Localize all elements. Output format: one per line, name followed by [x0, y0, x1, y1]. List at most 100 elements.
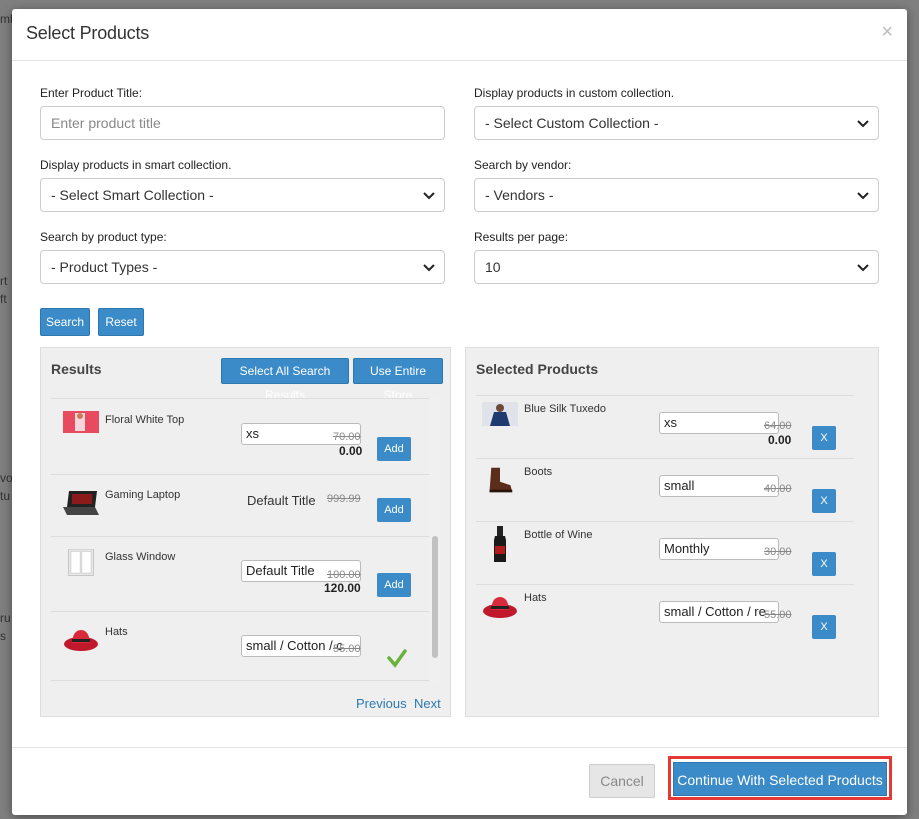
- remove-button[interactable]: X: [812, 615, 836, 639]
- next-page-link[interactable]: Next: [414, 696, 441, 711]
- product-type-label: Search by product type:: [40, 230, 167, 244]
- results-title: Results: [51, 361, 102, 377]
- backdrop-text: tu: [0, 489, 11, 503]
- product-thumbnail: [494, 526, 506, 562]
- product-thumbnail: [68, 549, 94, 576]
- selected-products-panel: Selected Products Blue Silk Tuxedo xs 64…: [465, 347, 879, 717]
- select-products-modal: Select Products × Enter Product Title: E…: [12, 9, 907, 815]
- product-thumbnail: [63, 411, 99, 433]
- old-price: 64.00: [764, 420, 792, 432]
- product-name: Hats: [524, 592, 547, 604]
- product-name: Hats: [105, 626, 128, 638]
- product-thumbnail: [489, 467, 513, 493]
- product-title-label: Enter Product Title:: [40, 86, 143, 100]
- product-type-value: - Product Types -: [51, 259, 158, 275]
- variant-value: small: [664, 478, 695, 493]
- backdrop-text: s: [0, 629, 6, 643]
- old-price: 55.00: [764, 609, 792, 621]
- backdrop-text: ru: [0, 611, 11, 625]
- product-name: Blue Silk Tuxedo: [524, 403, 606, 415]
- variant-value: xs: [664, 415, 677, 430]
- results-panel: Results Select All Search Results Use En…: [40, 347, 451, 717]
- divider: [476, 395, 854, 396]
- reset-button[interactable]: Reset: [98, 308, 144, 336]
- backdrop-text: ft: [0, 292, 7, 306]
- product-thumbnail: [64, 630, 98, 651]
- results-scrollbar-thumb[interactable]: [432, 536, 438, 658]
- variant-value: small / Cotton / c: [246, 638, 343, 653]
- chevron-down-icon: [423, 264, 435, 272]
- product-thumbnail: [483, 597, 517, 618]
- product-name: Boots: [524, 466, 553, 478]
- smart-collection-select[interactable]: - Select Smart Collection -: [40, 178, 445, 212]
- price: 0.00: [768, 433, 792, 447]
- product-title-input[interactable]: Enter product title: [40, 106, 445, 140]
- divider: [51, 398, 429, 399]
- remove-button[interactable]: X: [812, 552, 836, 576]
- chevron-down-icon: [857, 120, 869, 128]
- results-per-page-value: 10: [485, 259, 501, 275]
- price: 0.00: [339, 444, 363, 458]
- product-name: Bottle of Wine: [524, 529, 593, 541]
- backdrop-text: rt: [0, 274, 8, 288]
- variant-select[interactable]: Monthly: [659, 538, 779, 560]
- divider: [476, 521, 854, 522]
- previous-page-link[interactable]: Previous: [356, 696, 407, 711]
- divider: [51, 474, 429, 475]
- custom-collection-label: Display products in custom collection.: [474, 86, 675, 100]
- remove-button[interactable]: X: [812, 426, 836, 450]
- price: 120.00: [324, 581, 361, 595]
- results-per-page-select[interactable]: 10: [474, 250, 879, 284]
- product-name: Gaming Laptop: [105, 489, 181, 501]
- chevron-down-icon: [857, 192, 869, 200]
- variant-select[interactable]: small / Cotton / re: [659, 601, 779, 623]
- close-icon[interactable]: ×: [881, 21, 893, 44]
- vendor-select[interactable]: - Vendors -: [474, 178, 879, 212]
- divider: [51, 536, 429, 537]
- old-price: 55.00: [333, 643, 361, 655]
- variant-value: xs: [246, 426, 259, 441]
- cancel-button[interactable]: Cancel: [589, 764, 655, 798]
- select-all-search-results-button[interactable]: Select All Search Results: [221, 358, 349, 402]
- variant-value: Default Title: [247, 493, 316, 508]
- modal-header: Select Products ×: [12, 9, 907, 61]
- smart-collection-label: Display products in smart collection.: [40, 158, 232, 172]
- search-button[interactable]: Search: [40, 308, 90, 336]
- chevron-down-icon: [857, 264, 869, 272]
- divider: [476, 458, 854, 459]
- old-price: 40.00: [764, 483, 792, 495]
- product-thumbnail: [63, 491, 99, 515]
- old-price: 999.99: [327, 493, 361, 505]
- backdrop-text: vo: [0, 471, 13, 485]
- vendor-value: - Vendors -: [485, 187, 554, 203]
- continue-with-selected-products-button[interactable]: Continue With Selected Products: [673, 762, 887, 796]
- selected-products-title: Selected Products: [476, 361, 599, 377]
- modal-title: Select Products: [26, 23, 150, 43]
- product-name: Floral White Top: [105, 414, 185, 426]
- remove-button[interactable]: X: [812, 489, 836, 513]
- product-type-select[interactable]: - Product Types -: [40, 250, 445, 284]
- add-button[interactable]: Add: [377, 573, 411, 597]
- product-thumbnail: [482, 402, 518, 426]
- product-name: Glass Window: [105, 551, 176, 563]
- variant-select[interactable]: xs: [659, 412, 779, 434]
- add-button[interactable]: Add: [377, 498, 411, 522]
- use-entire-store-button[interactable]: Use Entire Store: [353, 358, 443, 402]
- footer-divider: [12, 747, 907, 748]
- old-price: 100.00: [327, 569, 361, 581]
- chevron-down-icon: [423, 192, 435, 200]
- checkmark-icon: [387, 649, 407, 668]
- variant-value: small / Cotton / re: [664, 604, 766, 619]
- smart-collection-value: - Select Smart Collection -: [51, 187, 214, 203]
- add-button[interactable]: Add: [377, 437, 411, 461]
- custom-collection-select[interactable]: - Select Custom Collection -: [474, 106, 879, 140]
- vendor-label: Search by vendor:: [474, 158, 572, 172]
- old-price: 70.00: [333, 431, 361, 443]
- divider: [51, 611, 429, 612]
- variant-value: Default Title: [246, 563, 315, 578]
- variant-value: Monthly: [664, 541, 710, 556]
- variant-select[interactable]: small: [659, 475, 779, 497]
- divider: [476, 584, 854, 585]
- divider: [51, 680, 429, 681]
- old-price: 30.00: [764, 546, 792, 558]
